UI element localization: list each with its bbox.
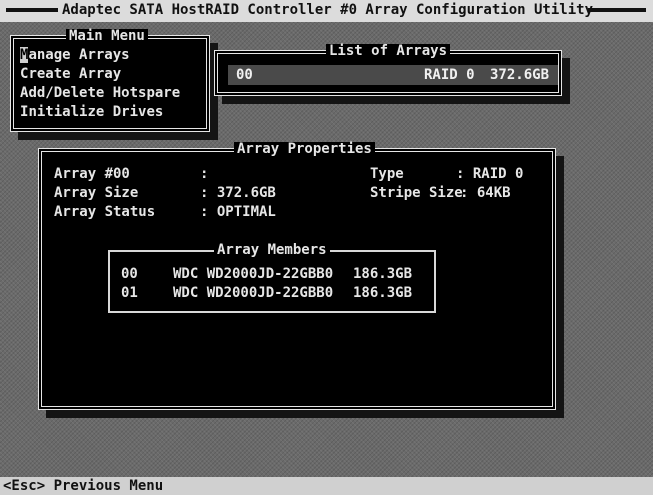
- list-of-arrays-title: List of Arrays: [326, 44, 451, 58]
- main-menu-title: Main Menu: [66, 29, 148, 43]
- list-of-arrays-panel: List of Arrays 00 RAID 0 372.6GB: [214, 44, 562, 96]
- menu-label: anage Arrays: [28, 47, 130, 63]
- array-status-label: Array Status: [54, 204, 156, 220]
- array-number-label: Array #00: [54, 166, 130, 182]
- array-status-value: : OPTIMAL: [200, 204, 276, 220]
- array-raid-level: RAID 0: [424, 67, 475, 83]
- status-bar: <Esc> Previous Menu: [0, 477, 653, 495]
- array-id: 00: [236, 67, 253, 83]
- member-model: WDC WD2000JD-22GBB0: [173, 266, 334, 282]
- array-type-value: : RAID 0: [456, 166, 524, 182]
- array-type-label: Type: [370, 166, 404, 182]
- member-row: 00 WDC WD2000JD-22GBB0 186.3GB: [121, 266, 412, 282]
- array-size-value: : 372.6GB: [200, 185, 276, 201]
- array-members-title: Array Members: [214, 243, 330, 257]
- stripe-size-value: : 64KB: [460, 185, 511, 201]
- utility-title: Adaptec SATA HostRAID Controller #0 Arra…: [62, 2, 594, 18]
- menu-item-add-delete-hotspare[interactable]: Add/Delete Hotspare: [20, 85, 180, 101]
- array-properties-title: Array Properties: [234, 142, 375, 156]
- member-size: 186.3GB: [353, 285, 413, 301]
- title-rule-right: [588, 8, 646, 12]
- member-id: 01: [121, 285, 138, 301]
- menu-item-initialize-drives[interactable]: Initialize Drives: [20, 104, 163, 120]
- esc-previous-menu-hint[interactable]: <Esc> Previous Menu: [3, 478, 163, 494]
- array-number-value: :: [200, 166, 209, 182]
- main-menu-panel: Main Menu Manage Arrays Create Array Add…: [10, 29, 210, 132]
- title-bar: Adaptec SATA HostRAID Controller #0 Arra…: [0, 0, 653, 22]
- member-id: 00: [121, 266, 138, 282]
- array-members-panel: Array Members 00 WDC WD2000JD-22GBB0 186…: [108, 243, 436, 313]
- menu-label: nitialize Drives: [28, 104, 164, 120]
- stripe-size-label: Stripe Size: [370, 185, 463, 201]
- menu-item-create-array[interactable]: Create Array: [20, 66, 121, 82]
- menu-label: dd/Delete Hotspare: [28, 85, 181, 101]
- menu-label: reate Array: [28, 66, 122, 82]
- member-row: 01 WDC WD2000JD-22GBB0 186.3GB: [121, 285, 412, 301]
- member-model: WDC WD2000JD-22GBB0: [173, 285, 334, 301]
- array-list-row[interactable]: 00 RAID 0 372.6GB: [228, 65, 558, 85]
- array-properties-panel: Array Properties Array #00 : Array Size …: [38, 142, 556, 410]
- array-size: 372.6GB: [490, 67, 550, 83]
- title-rule-left: [6, 8, 58, 12]
- member-size: 186.3GB: [353, 266, 413, 282]
- menu-item-manage-arrays[interactable]: Manage Arrays: [20, 47, 130, 63]
- array-size-label: Array Size: [54, 185, 139, 201]
